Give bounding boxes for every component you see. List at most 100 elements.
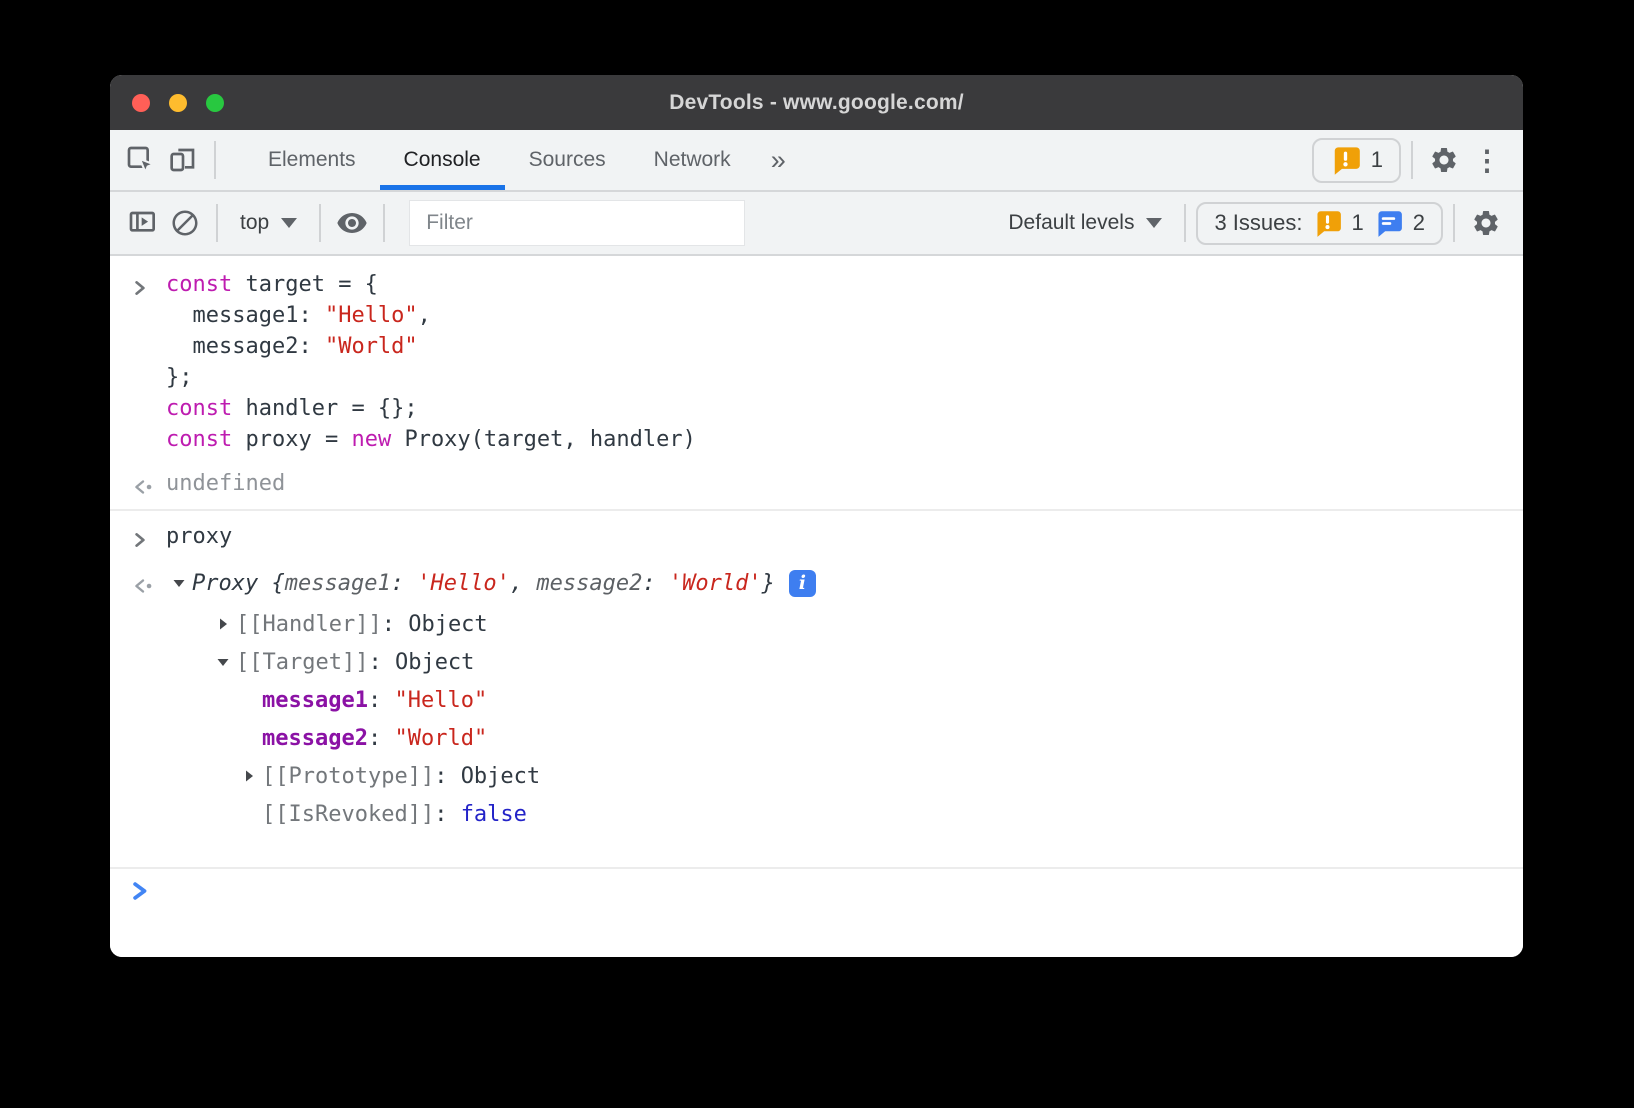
code-token: message1: — [166, 303, 325, 328]
tree-arrow-spacer — [236, 687, 262, 713]
traffic-lights — [132, 75, 224, 130]
kebab-menu-icon: ⋮ — [1473, 145, 1501, 176]
toolbar-divider — [1184, 204, 1186, 242]
inspect-cursor-icon — [125, 144, 157, 176]
tree-row-text: message2: "World" — [262, 723, 487, 754]
toggle-device-toolbar-button[interactable] — [162, 139, 204, 181]
code-token: : — [368, 688, 395, 713]
code-token: [[Handler]] — [236, 612, 382, 637]
code-token: message2 — [536, 571, 642, 596]
code-token: 'World' — [669, 571, 762, 596]
chevron-double-right-icon: » — [771, 145, 786, 176]
settings-button[interactable] — [1423, 139, 1465, 181]
console-code-line: const proxy = new Proxy(target, handler) — [166, 424, 1523, 455]
console-code-line: message1: "Hello", — [166, 300, 1523, 331]
code-token: Proxy(target, handler) — [391, 427, 696, 452]
more-tabs-button[interactable]: » — [755, 145, 802, 176]
issue-message-count: 2 — [1413, 210, 1425, 236]
code-token: Object — [395, 650, 474, 675]
tree-row-text: message1: "Hello" — [262, 685, 487, 716]
console-sidebar-icon — [127, 207, 159, 239]
minimize-window-button[interactable] — [169, 94, 187, 112]
code-token: } — [762, 571, 775, 596]
tab-console[interactable]: Console — [380, 130, 505, 190]
close-window-button[interactable] — [132, 94, 150, 112]
code-token: message2: — [166, 334, 325, 359]
code-token: Object — [408, 612, 487, 637]
code-token: const — [166, 427, 232, 452]
context-label: top — [240, 211, 269, 235]
code-token: Proxy — [192, 571, 258, 596]
toolbar-divider — [319, 204, 321, 242]
issues-summary-button[interactable]: 3 Issues: 1 2 — [1196, 202, 1443, 245]
issue-error-count: 1 — [1352, 210, 1364, 236]
tree-row-text: [[Prototype]]: Object — [262, 761, 540, 792]
open-issues-button[interactable]: 1 — [1312, 138, 1401, 183]
log-levels-selector[interactable]: Default levels — [996, 211, 1174, 235]
window-title: DevTools - www.google.com/ — [669, 91, 964, 115]
code-token: "World" — [394, 726, 487, 751]
issue-warning-icon — [1330, 146, 1361, 175]
console-entry-gutter — [110, 565, 166, 833]
tab-network[interactable]: Network — [630, 130, 755, 190]
console-output[interactable]: const target = { message1: "Hello", mess… — [110, 256, 1523, 957]
console-prompt[interactable] — [110, 867, 1523, 901]
toolbar-divider — [1453, 204, 1455, 242]
show-console-sidebar-button[interactable] — [122, 202, 164, 244]
chevron-down-icon — [281, 218, 297, 228]
object-tree-row: message1: "Hello" — [166, 681, 1523, 719]
device-toolbar-icon — [167, 144, 199, 176]
tree-arrow-spacer — [236, 801, 262, 827]
inspect-element-button[interactable] — [120, 139, 162, 181]
code-token: new — [351, 427, 391, 452]
filter-input[interactable] — [409, 200, 745, 246]
console-code-line: proxy — [166, 521, 1523, 552]
toolbar-divider — [214, 141, 216, 179]
eye-icon — [336, 207, 368, 239]
code-token: "World" — [325, 334, 418, 359]
issue-message-icon — [1374, 210, 1403, 237]
tree-row-text: [[Handler]]: Object — [236, 609, 488, 640]
create-live-expression-button[interactable] — [331, 202, 373, 244]
tab-elements[interactable]: Elements — [244, 130, 380, 190]
undefined-result: undefined — [166, 468, 1523, 499]
issues-count: 1 — [1371, 147, 1383, 173]
returned-value-arrow-icon — [132, 577, 154, 595]
console-command-entry: const target = { message1: "Hello", mess… — [110, 264, 1523, 460]
more-options-button[interactable]: ⋮ — [1465, 144, 1509, 177]
console-code-line: const handler = {}; — [166, 393, 1523, 424]
tree-down-arrow-icon[interactable] — [210, 649, 236, 675]
object-preview-text: Proxy {message1: 'Hello', message2: 'Wor… — [192, 568, 775, 599]
code-token: Object — [461, 764, 540, 789]
clear-console-button[interactable] — [164, 202, 206, 244]
console-settings-button[interactable] — [1465, 202, 1507, 244]
chevron-down-icon — [1146, 218, 1162, 228]
tree-right-arrow-icon[interactable] — [210, 611, 236, 637]
info-icon[interactable]: i — [789, 570, 816, 597]
code-token: proxy = — [232, 427, 351, 452]
console-command-code: proxy — [166, 521, 1523, 552]
proxy-object-result: Proxy {message1: 'Hello', message2: 'Wor… — [166, 565, 1523, 833]
tree-down-arrow-icon[interactable] — [166, 570, 192, 596]
code-token: message1 — [262, 688, 368, 713]
zoom-window-button[interactable] — [206, 94, 224, 112]
toolbar-divider — [216, 204, 218, 242]
code-token: const — [166, 272, 232, 297]
prompt-chevron-icon — [130, 881, 149, 901]
tree-row-text: [[IsRevoked]]: false — [262, 799, 527, 830]
code-token: handler = {}; — [232, 396, 417, 421]
code-token: : — [368, 726, 395, 751]
code-token: [[IsRevoked]] — [262, 802, 434, 827]
tree-arrow-spacer — [236, 725, 262, 751]
code-token: : — [642, 571, 669, 596]
javascript-context-selector[interactable]: top — [228, 211, 309, 235]
tab-sources[interactable]: Sources — [505, 130, 630, 190]
object-tree-row: message2: "World" — [166, 719, 1523, 757]
object-preview-row[interactable]: Proxy {message1: 'Hello', message2: 'Wor… — [166, 565, 1523, 601]
code-token: , — [510, 571, 537, 596]
input-chevron-icon — [132, 531, 148, 549]
console-code-line: message2: "World" — [166, 331, 1523, 362]
tab-strip: ElementsConsoleSourcesNetwork — [244, 130, 755, 190]
returned-value-arrow-icon — [132, 478, 154, 496]
tree-right-arrow-icon[interactable] — [236, 763, 262, 789]
